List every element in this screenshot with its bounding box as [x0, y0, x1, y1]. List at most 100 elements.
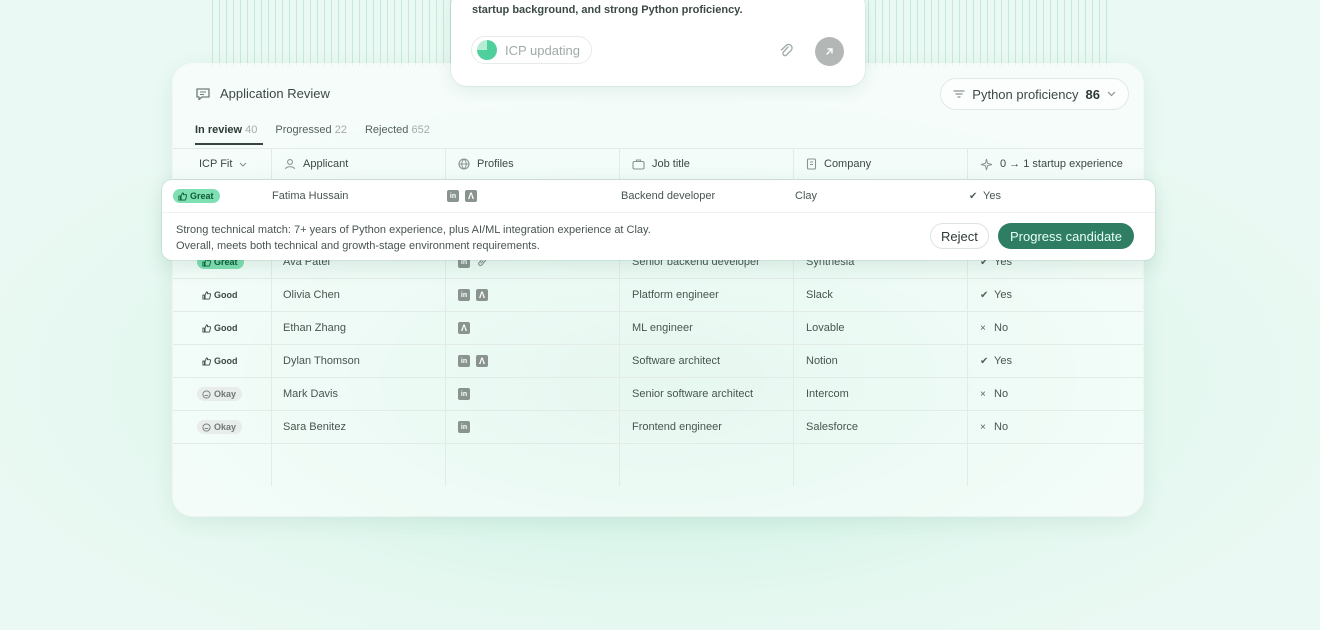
- applicant-name[interactable]: Mark Davis: [283, 378, 338, 410]
- icp-fit-cell: Good: [197, 345, 244, 377]
- applicant-name[interactable]: Sara Benitez: [283, 411, 346, 443]
- icp-fit-cell: Good: [197, 312, 244, 344]
- tab-count: 652: [411, 124, 430, 136]
- startup-value: No: [994, 421, 1009, 433]
- column-label: Profiles: [477, 158, 514, 170]
- column-header-icp-fit[interactable]: ICP Fit: [187, 149, 247, 179]
- startup-value: No: [994, 388, 1009, 400]
- building-icon: [806, 158, 817, 170]
- thumbs-up-icon: [202, 290, 211, 300]
- table-row[interactable]: Good Dylan Thomson in Λ Software architect No…: [173, 345, 1143, 378]
- table-row[interactable]: Okay Mark Davis in Senior software architec…: [173, 378, 1143, 411]
- x-icon: ×: [980, 388, 986, 400]
- thumbs-up-icon: [202, 356, 211, 366]
- table-row[interactable]: Good Olivia Chen in Λ Platform engineer Slack…: [173, 279, 1143, 312]
- job-title-cell: Platform engineer: [632, 289, 719, 301]
- applicant-name[interactable]: Ethan Zhang: [283, 312, 346, 344]
- fit-badge-good: Good: [197, 354, 244, 368]
- column-header-applicant[interactable]: Applicant: [272, 149, 348, 179]
- applicant-name[interactable]: Dylan Thomson: [283, 345, 360, 377]
- column-header-company[interactable]: Company: [794, 149, 871, 179]
- column-label: ICP Fit: [199, 158, 233, 170]
- reject-button[interactable]: Reject: [930, 223, 989, 249]
- icp-fit-cell: Okay: [197, 378, 243, 410]
- angellist-icon[interactable]: Λ: [465, 190, 477, 202]
- fit-badge-good: Good: [197, 321, 244, 335]
- column-label: Job title: [652, 158, 690, 170]
- linkedin-icon[interactable]: in: [458, 355, 470, 367]
- startup-experience-cell: × No: [980, 312, 1008, 344]
- company-cell: Clay: [795, 190, 818, 202]
- chevron-down-icon: [1107, 91, 1116, 97]
- linkedin-icon[interactable]: in: [458, 388, 470, 400]
- card-title: Application Review: [220, 86, 330, 101]
- icp-fit-cell: Good: [197, 279, 244, 311]
- expanded-candidate-row[interactable]: Great Fatima Hussain in Λ Backend develo…: [162, 180, 1155, 260]
- company-cell: Slack: [806, 289, 833, 301]
- background-stripes-right: [868, 0, 1108, 66]
- linkedin-icon[interactable]: in: [458, 421, 470, 433]
- angellist-icon[interactable]: Λ: [458, 322, 470, 334]
- fit-label: Good: [214, 356, 238, 366]
- linkedin-icon[interactable]: in: [458, 289, 470, 301]
- startup-value: No: [994, 322, 1009, 334]
- review-tabs: In review 40 Progressed 22 Rejected 652: [195, 122, 448, 145]
- fit-label: Okay: [214, 422, 237, 432]
- column-header-profiles[interactable]: Profiles: [446, 149, 514, 179]
- profiles-cell: in: [458, 378, 470, 410]
- fit-badge-great: Great: [173, 189, 220, 203]
- column-header-job-title[interactable]: Job title: [620, 149, 690, 179]
- neutral-face-icon: [202, 422, 211, 432]
- linkedin-icon[interactable]: in: [447, 190, 459, 202]
- startup-value: Yes: [994, 289, 1012, 301]
- company-cell: Salesforce: [806, 421, 858, 433]
- check-icon: ✔: [980, 289, 989, 301]
- person-icon: [284, 159, 296, 170]
- column-label: Company: [824, 158, 872, 170]
- applicant-name[interactable]: Fatima Hussain: [272, 180, 348, 212]
- filter-dropdown[interactable]: Python proficiency 86: [940, 78, 1129, 110]
- loading-spinner-icon: [477, 40, 497, 60]
- company-cell: Intercom: [806, 388, 849, 400]
- tab-count: 40: [245, 124, 258, 136]
- tab-rejected[interactable]: Rejected 652: [365, 122, 430, 144]
- paperclip-icon[interactable]: [779, 43, 793, 59]
- profiles-cell: in: [458, 411, 470, 443]
- angellist-icon[interactable]: Λ: [476, 289, 488, 301]
- fit-badge-good: Good: [197, 288, 244, 302]
- fit-label: Good: [214, 323, 238, 333]
- job-title-cell: Backend developer: [621, 190, 716, 202]
- briefcase-icon: [632, 159, 645, 170]
- column-header-startup-experience[interactable]: 0 → 1 startup experience: [968, 149, 1123, 179]
- arrow-up-right-icon: [826, 48, 833, 55]
- job-title-cell: Senior software architect: [632, 388, 754, 400]
- send-button[interactable]: [815, 37, 844, 66]
- x-icon: ×: [980, 421, 986, 433]
- job-title-cell: Frontend engineer: [632, 421, 722, 433]
- tab-in-review[interactable]: In review 40: [195, 122, 264, 145]
- table-row[interactable]: Good Ethan Zhang Λ ML engineer Lovable × No: [173, 312, 1143, 345]
- startup-experience-cell: ✔ Yes: [969, 180, 1001, 212]
- startup-experience-cell: ✔ Yes: [980, 279, 1012, 311]
- job-title-cell: Software architect: [632, 355, 721, 367]
- profiles-cell: in Λ: [458, 345, 488, 377]
- profiles-cell: in Λ: [458, 279, 488, 311]
- angellist-icon[interactable]: Λ: [476, 355, 488, 367]
- tab-count: 22: [334, 124, 347, 136]
- startup-value: Yes: [994, 355, 1012, 367]
- check-icon: ✔: [980, 355, 989, 367]
- check-icon: ✔: [969, 190, 978, 202]
- thumbs-up-icon: [178, 191, 187, 201]
- globe-icon: [458, 158, 470, 170]
- progress-candidate-button[interactable]: Progress candidate: [998, 223, 1135, 249]
- table-row[interactable]: Okay Sara Benitez in Frontend engineer Sales…: [173, 411, 1143, 444]
- summary-line: Strong technical match: 7+ years of Pyth…: [176, 224, 651, 236]
- message-icon: [196, 87, 210, 100]
- applicant-name[interactable]: Olivia Chen: [283, 279, 340, 311]
- tab-progressed[interactable]: Progressed 22: [275, 122, 347, 144]
- startup-experience-cell: × No: [980, 378, 1008, 410]
- thumbs-up-icon: [202, 323, 211, 333]
- company-cell: Lovable: [806, 322, 845, 334]
- card-header: Application Review: [195, 86, 330, 101]
- profiles-cell: Λ: [458, 312, 470, 344]
